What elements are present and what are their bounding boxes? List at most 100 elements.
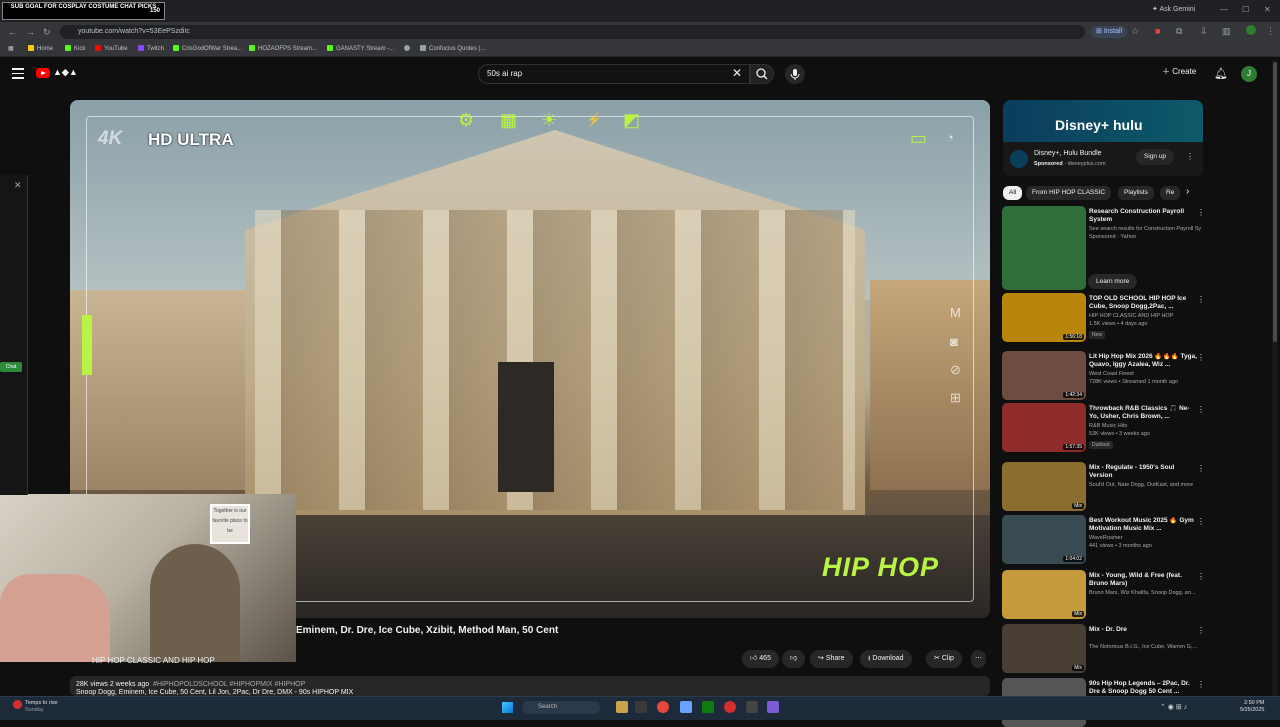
- search-button[interactable]: [750, 64, 774, 84]
- ad-more-icon[interactable]: ⋮: [1186, 152, 1194, 161]
- ad-advertiser-logo[interactable]: [1010, 150, 1028, 168]
- apps-grid-icon[interactable]: ▦: [8, 45, 14, 52]
- video-thumbnail[interactable]: 1:42:34: [1002, 351, 1086, 400]
- recommendation-channel[interactable]: Bruno Mars, Wiz Khalifa, Snoop Dogg, an.…: [1089, 590, 1201, 596]
- more-options-icon[interactable]: ⋮: [1197, 295, 1205, 304]
- video-thumbnail[interactable]: Mix: [1002, 624, 1086, 673]
- back-icon[interactable]: ←: [8, 27, 17, 37]
- recommendation-channel[interactable]: See search results for Construction Payr…: [1089, 226, 1201, 232]
- extension-icon[interactable]: ■: [1155, 26, 1160, 36]
- video-thumbnail[interactable]: Mix: [1002, 462, 1086, 511]
- recommendation-title[interactable]: Research Construction Payroll System: [1089, 208, 1197, 224]
- video-thumbnail[interactable]: 1:57:35: [1002, 403, 1086, 452]
- recommendation-title[interactable]: Mix - Young, Wild & Free (feat. Bruno Ma…: [1089, 572, 1197, 588]
- more-options-icon[interactable]: ⋮: [1197, 405, 1205, 414]
- clip-button[interactable]: ✂ Clip: [926, 650, 962, 668]
- video-thumbnail[interactable]: 1:56:18: [1002, 293, 1086, 342]
- chip-related[interactable]: Re: [1160, 186, 1181, 200]
- ad-title[interactable]: Disney+, Hulu Bundle: [1034, 150, 1102, 157]
- bookmark-star-icon[interactable]: ☆: [1131, 26, 1139, 37]
- more-options-icon[interactable]: ⋮: [1197, 353, 1205, 362]
- recording-icon[interactable]: [724, 701, 736, 713]
- youtube-logo-icon[interactable]: [36, 68, 50, 78]
- recommendation-channel[interactable]: The Notorious B.I.G., Ice Cube, Warren G…: [1089, 644, 1201, 650]
- recommendation-title[interactable]: Mix - Regulate - 1950's Soul Version: [1089, 464, 1197, 480]
- file-explorer-icon[interactable]: [616, 701, 628, 713]
- stream-app-icon[interactable]: [767, 701, 779, 713]
- ask-gemini-button[interactable]: ✦ Ask Gemini: [1152, 5, 1195, 13]
- video-thumbnail[interactable]: 1:04:02: [1002, 515, 1086, 564]
- download-button[interactable]: ⭳ Download: [860, 650, 912, 668]
- bookmark-home[interactable]: Home: [28, 45, 53, 52]
- like-button[interactable]: 👍︎ 465: [742, 650, 779, 668]
- recommendation-title[interactable]: TOP OLD SCHOOL HIP HOP Ice Cube, Snoop D…: [1089, 295, 1197, 311]
- dislike-button[interactable]: 👎︎: [782, 650, 806, 668]
- obs-icon[interactable]: [746, 701, 758, 713]
- clear-search-icon[interactable]: ✕: [732, 67, 742, 79]
- taskbar-clock[interactable]: 2:50 PM 5/25/2025: [1240, 700, 1264, 714]
- more-options-icon[interactable]: ⋮: [1197, 626, 1205, 635]
- more-actions-button[interactable]: ⋯: [971, 650, 986, 668]
- profile-avatar-icon[interactable]: [1246, 25, 1256, 35]
- downloads-icon[interactable]: ⇩: [1200, 26, 1208, 37]
- ad-signup-button[interactable]: Sign up: [1136, 149, 1175, 165]
- close-window-icon[interactable]: ✕: [1264, 5, 1271, 14]
- account-avatar[interactable]: J: [1241, 66, 1257, 82]
- close-chat-icon[interactable]: ✕: [14, 180, 22, 191]
- photos-icon[interactable]: [680, 701, 692, 713]
- bookmark-twitch[interactable]: Twitch: [138, 45, 164, 52]
- video-thumbnail[interactable]: Mix: [1002, 570, 1086, 619]
- recommendation-channel[interactable]: R&B Music Hits: [1089, 423, 1201, 429]
- more-options-icon[interactable]: ⋮: [1197, 517, 1205, 526]
- more-options-icon[interactable]: ⋮: [1197, 680, 1205, 689]
- more-options-icon[interactable]: ⋮: [1197, 208, 1205, 217]
- voice-search-button[interactable]: [785, 64, 805, 84]
- hamburger-menu-icon[interactable]: [12, 68, 24, 79]
- scrollbar-thumb[interactable]: [1273, 62, 1277, 342]
- bookmark-youtube[interactable]: YouTube: [95, 45, 128, 52]
- recommendation-title[interactable]: 90s Hip Hop Legends – 2Pac, Dr. Dre & Sn…: [1089, 680, 1197, 696]
- recommendation-title[interactable]: Throwback R&B Classics 🎵 Ne-Yo, Usher, C…: [1089, 405, 1197, 421]
- learn-more-button[interactable]: Learn more: [1088, 274, 1138, 289]
- xbox-icon[interactable]: [702, 701, 714, 713]
- create-button[interactable]: ＋ Create: [1162, 66, 1196, 77]
- reload-icon[interactable]: ↻: [43, 27, 51, 38]
- bookmark-confucius-quotes[interactable]: Confucius Quotes (...: [420, 45, 485, 52]
- search-input[interactable]: 50s ai rap: [478, 64, 750, 84]
- video-hashtags[interactable]: #HIPHOPOLDSCHOOL #HIPHOPMIX #HIPHOP: [153, 681, 305, 688]
- video-thumbnail[interactable]: [1002, 206, 1086, 290]
- recommendation-title[interactable]: Best Workout Music 2025 🔥 Gym Motivation…: [1089, 517, 1197, 533]
- youtube-doodle-logo[interactable]: ▲◆▲: [53, 67, 78, 78]
- bookmark-ganasty[interactable]: GANASTY Stream -...: [327, 45, 394, 52]
- bookmark-crisgodofwar[interactable]: CrisGodOfWar Strea...: [173, 45, 242, 52]
- share-button[interactable]: ↪ Share: [810, 650, 853, 668]
- recommendation-title[interactable]: Mix - Dr. Dre: [1089, 626, 1197, 634]
- recommendation-channel[interactable]: Soul'd Out, Nate Dogg, OutKast, and more: [1089, 482, 1201, 488]
- bookmark-kick[interactable]: Kick: [65, 45, 85, 52]
- browser-menu-icon[interactable]: ⋮: [1266, 26, 1275, 37]
- sidebar-icon[interactable]: ▥: [1222, 26, 1231, 37]
- notifications-bell-icon[interactable]: 🔔︎: [1214, 67, 1228, 80]
- install-app-button[interactable]: ⊞ Install: [1091, 26, 1128, 38]
- minimize-icon[interactable]: —: [1220, 5, 1228, 14]
- app-icon[interactable]: [635, 701, 647, 713]
- taskbar-search[interactable]: Search: [522, 701, 600, 714]
- weather-icon[interactable]: [13, 700, 22, 709]
- chip-all[interactable]: All: [1003, 186, 1023, 200]
- description-box[interactable]: 28K views 2 weeks ago #HIPHOPOLDSCHOOL #…: [70, 676, 990, 696]
- channel-name[interactable]: HIP HOP CLASSIC AND HIP HOP: [92, 656, 215, 665]
- weather-widget[interactable]: Temps to rise Sunday: [25, 700, 58, 714]
- recommendation-channel[interactable]: HIP HOP CLASSIC AND HIP HOP: [1089, 313, 1201, 319]
- recommendation-title[interactable]: Lit Hip Hop Mix 2026 🔥🔥🔥 Tyga, Quavo, Ig…: [1089, 353, 1197, 369]
- more-options-icon[interactable]: ⋮: [1197, 572, 1205, 581]
- chevron-right-icon[interactable]: ›: [1186, 186, 1189, 197]
- recommendation-channel[interactable]: WaveRoamer: [1089, 535, 1201, 541]
- maximize-icon[interactable]: ☐: [1242, 5, 1249, 14]
- chat-button[interactable]: Chat: [0, 362, 22, 372]
- windows-start-icon[interactable]: [502, 702, 513, 713]
- system-tray-icons[interactable]: ⌃ ◉ ⊞ ♪: [1160, 703, 1187, 711]
- chip-playlists[interactable]: Playlists: [1118, 186, 1154, 200]
- recommendation-channel[interactable]: West Coast Finest: [1089, 371, 1201, 377]
- bookmark-hozaofps[interactable]: HOZAOFPS Stream...: [249, 45, 317, 52]
- chip-from-channel[interactable]: From HIP HOP CLASSIC: [1026, 186, 1112, 200]
